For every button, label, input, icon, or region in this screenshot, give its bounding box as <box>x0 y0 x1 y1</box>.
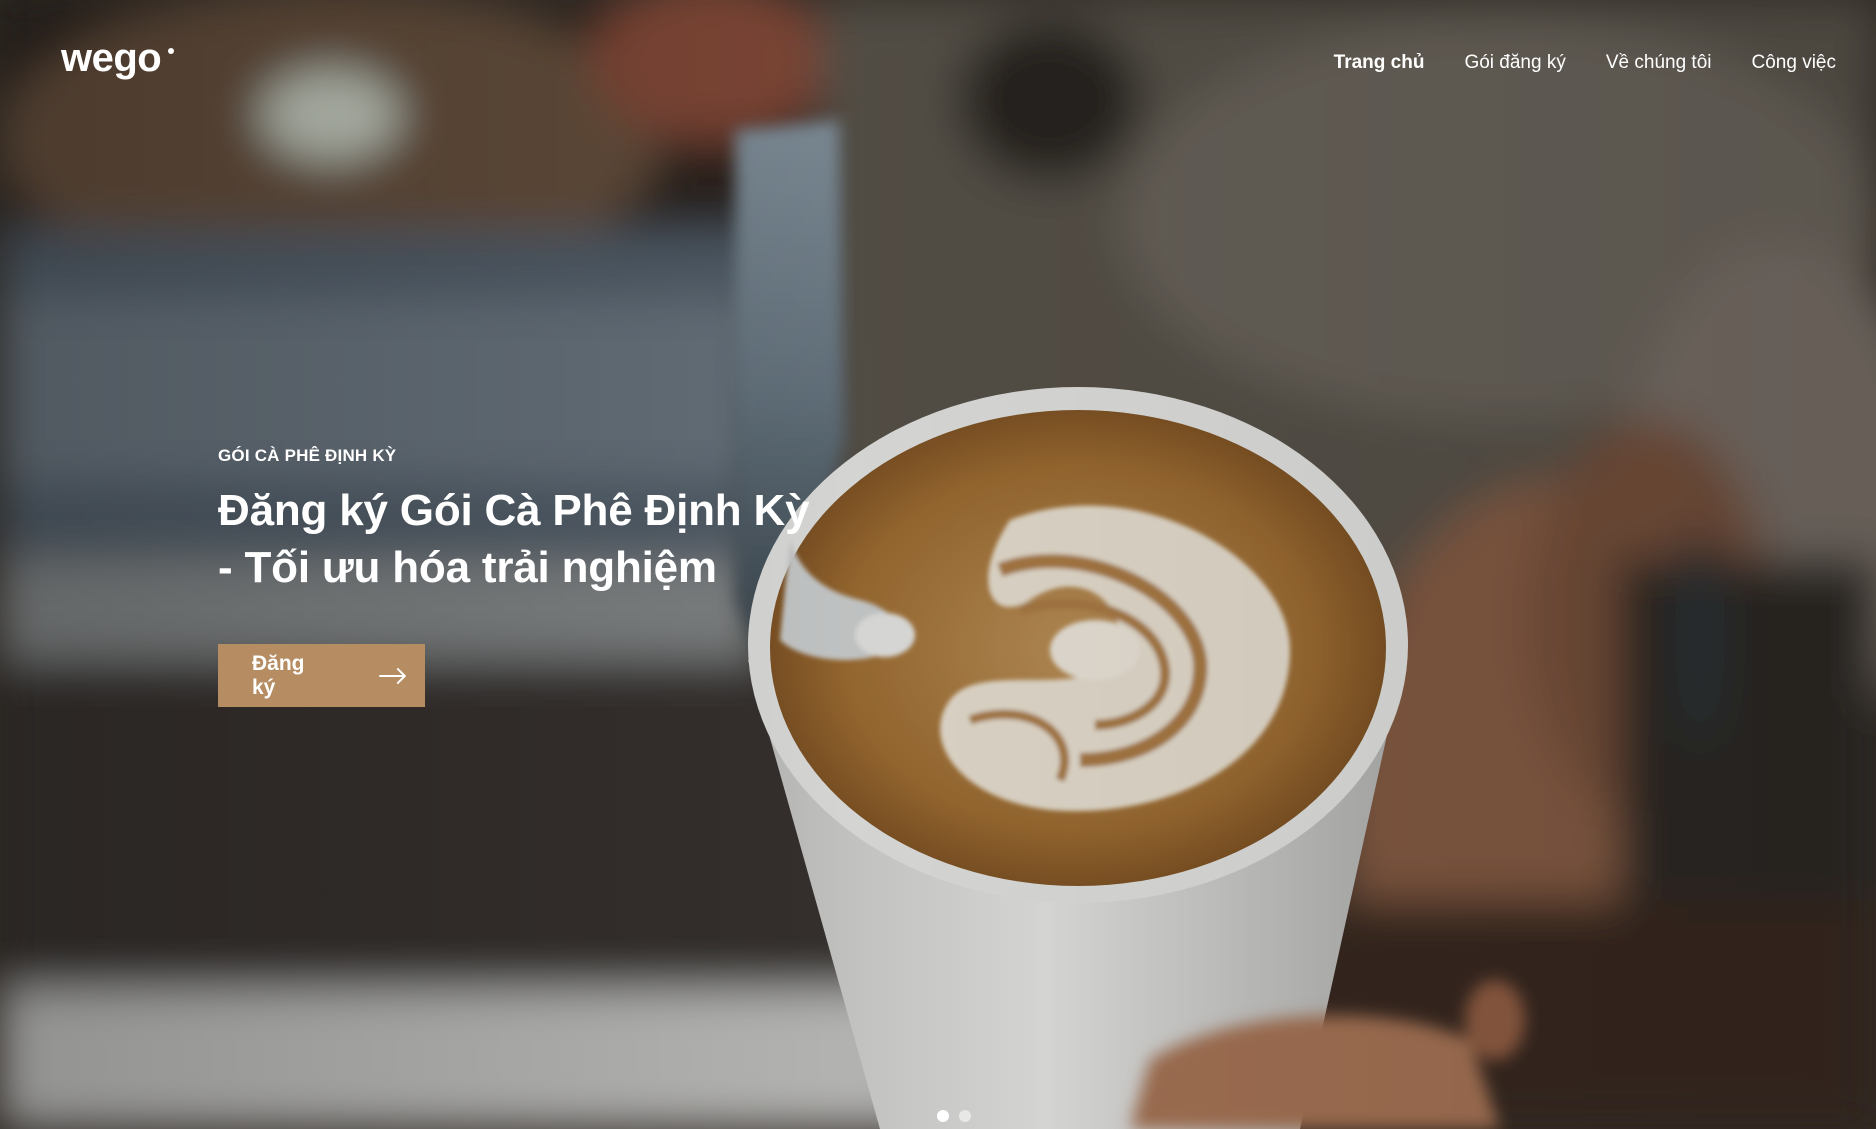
nav-item-about[interactable]: Về chúng tôi <box>1606 50 1712 76</box>
arrow-right-icon <box>379 667 407 684</box>
hero-headline-line-1: Đăng ký Gói Cà Phê Định Kỳ <box>218 486 810 535</box>
brand-logo-dot <box>168 48 174 54</box>
hero-eyebrow: GÓI CÀ PHÊ ĐỊNH KỲ <box>218 446 397 465</box>
brand-logo[interactable]: wego <box>61 38 162 78</box>
subscribe-button[interactable]: Đăng ký <box>218 644 425 707</box>
nav-item-home[interactable]: Trang chủ <box>1334 50 1425 76</box>
nav-item-subscriptions[interactable]: Gói đăng ký <box>1464 50 1565 76</box>
hero-headline: Đăng ký Gói Cà Phê Định Kỳ - Tối ưu hóa … <box>218 482 978 596</box>
slider-dot-1[interactable] <box>937 1110 949 1122</box>
subscribe-button-label: Đăng ký <box>252 651 305 699</box>
slider-dot-2[interactable] <box>959 1110 971 1122</box>
hero-content: GÓI CÀ PHÊ ĐỊNH KỲ Đăng ký Gói Cà Phê Đị… <box>218 444 978 707</box>
hero-section: wego Trang chủ Gói đăng ký Về chúng tôi … <box>0 0 1876 1129</box>
hero-headline-line-2: - Tối ưu hóa trải nghiệm <box>218 543 717 592</box>
site-header: wego Trang chủ Gói đăng ký Về chúng tôi … <box>0 0 1876 130</box>
slider-pagination <box>937 1110 971 1122</box>
main-nav: Trang chủ Gói đăng ký Về chúng tôi Công … <box>1334 50 1836 76</box>
nav-item-careers[interactable]: Công việc <box>1752 50 1837 76</box>
